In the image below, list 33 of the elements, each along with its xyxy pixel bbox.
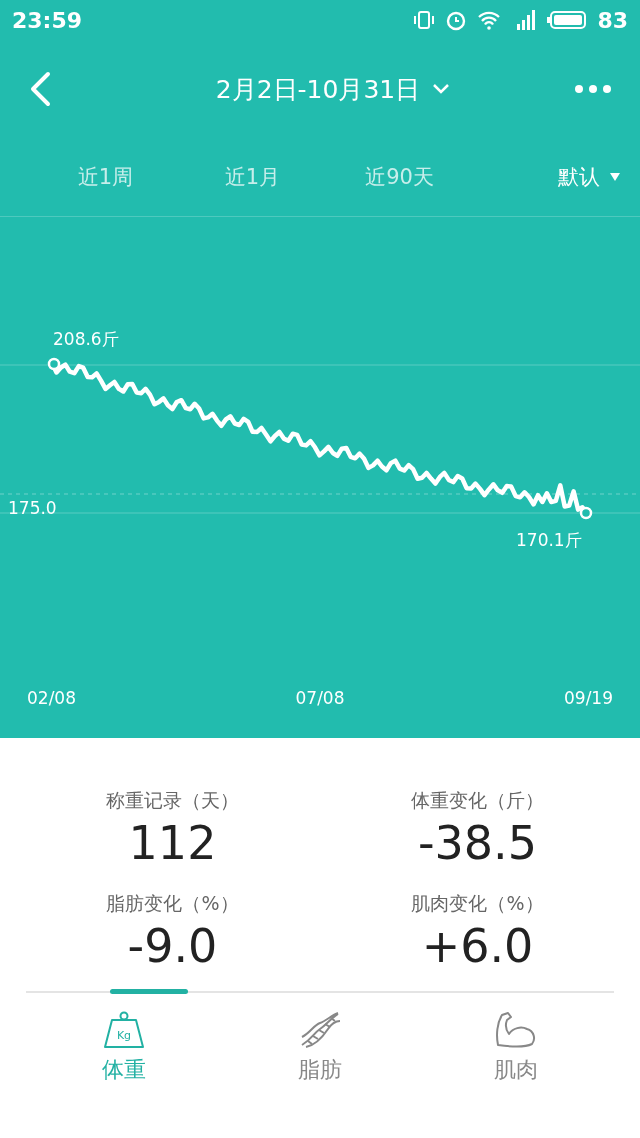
period-tab[interactable]: 近1月 [179, 157, 326, 197]
period-tab[interactable]: 近1周 [32, 157, 179, 197]
bottom-tab[interactable]: 肌肉 [418, 993, 614, 1085]
alarm-icon [445, 9, 468, 31]
bottom-tab[interactable]: 脂肪 [222, 993, 418, 1085]
status-time: 23:59 [12, 7, 83, 33]
date-range-selector[interactable]: 2月2日-10月31日 [215, 72, 451, 106]
date-label: 02/08 [27, 688, 76, 708]
date-label: 09/19 [564, 688, 613, 708]
more-icon[interactable] [574, 84, 612, 94]
wifi-icon [477, 10, 502, 30]
bottom-tab[interactable]: Kg 体重 [26, 993, 222, 1085]
stat-value: +6.0 [421, 919, 534, 973]
end-weight-label: 170.1斤 [516, 529, 582, 552]
stat-label: 脂肪变化（%） [106, 891, 239, 916]
stat-label: 肌肉变化（%） [411, 891, 544, 916]
vibrate-icon [413, 10, 436, 30]
back-icon[interactable] [28, 71, 52, 107]
battery-level: 83 [597, 7, 628, 33]
stat-value: -38.5 [418, 816, 537, 870]
stat-value: 112 [128, 816, 217, 870]
chevron-down-icon [432, 83, 451, 95]
flexed-arm-icon [494, 1011, 538, 1049]
date-label: 07/08 [295, 688, 345, 708]
battery-icon [547, 10, 588, 30]
stat-label: 称重记录（天） [106, 788, 239, 813]
stat-value: -9.0 [127, 919, 218, 973]
start-weight-label: 208.6斤 [53, 328, 119, 351]
dropdown-icon [610, 173, 620, 181]
reference-label: 175.0 [8, 498, 57, 518]
stat-label: 体重变化（斤） [411, 788, 544, 813]
period-tab[interactable]: 默认 [473, 157, 620, 197]
period-tab[interactable]: 近90天 [326, 157, 473, 197]
